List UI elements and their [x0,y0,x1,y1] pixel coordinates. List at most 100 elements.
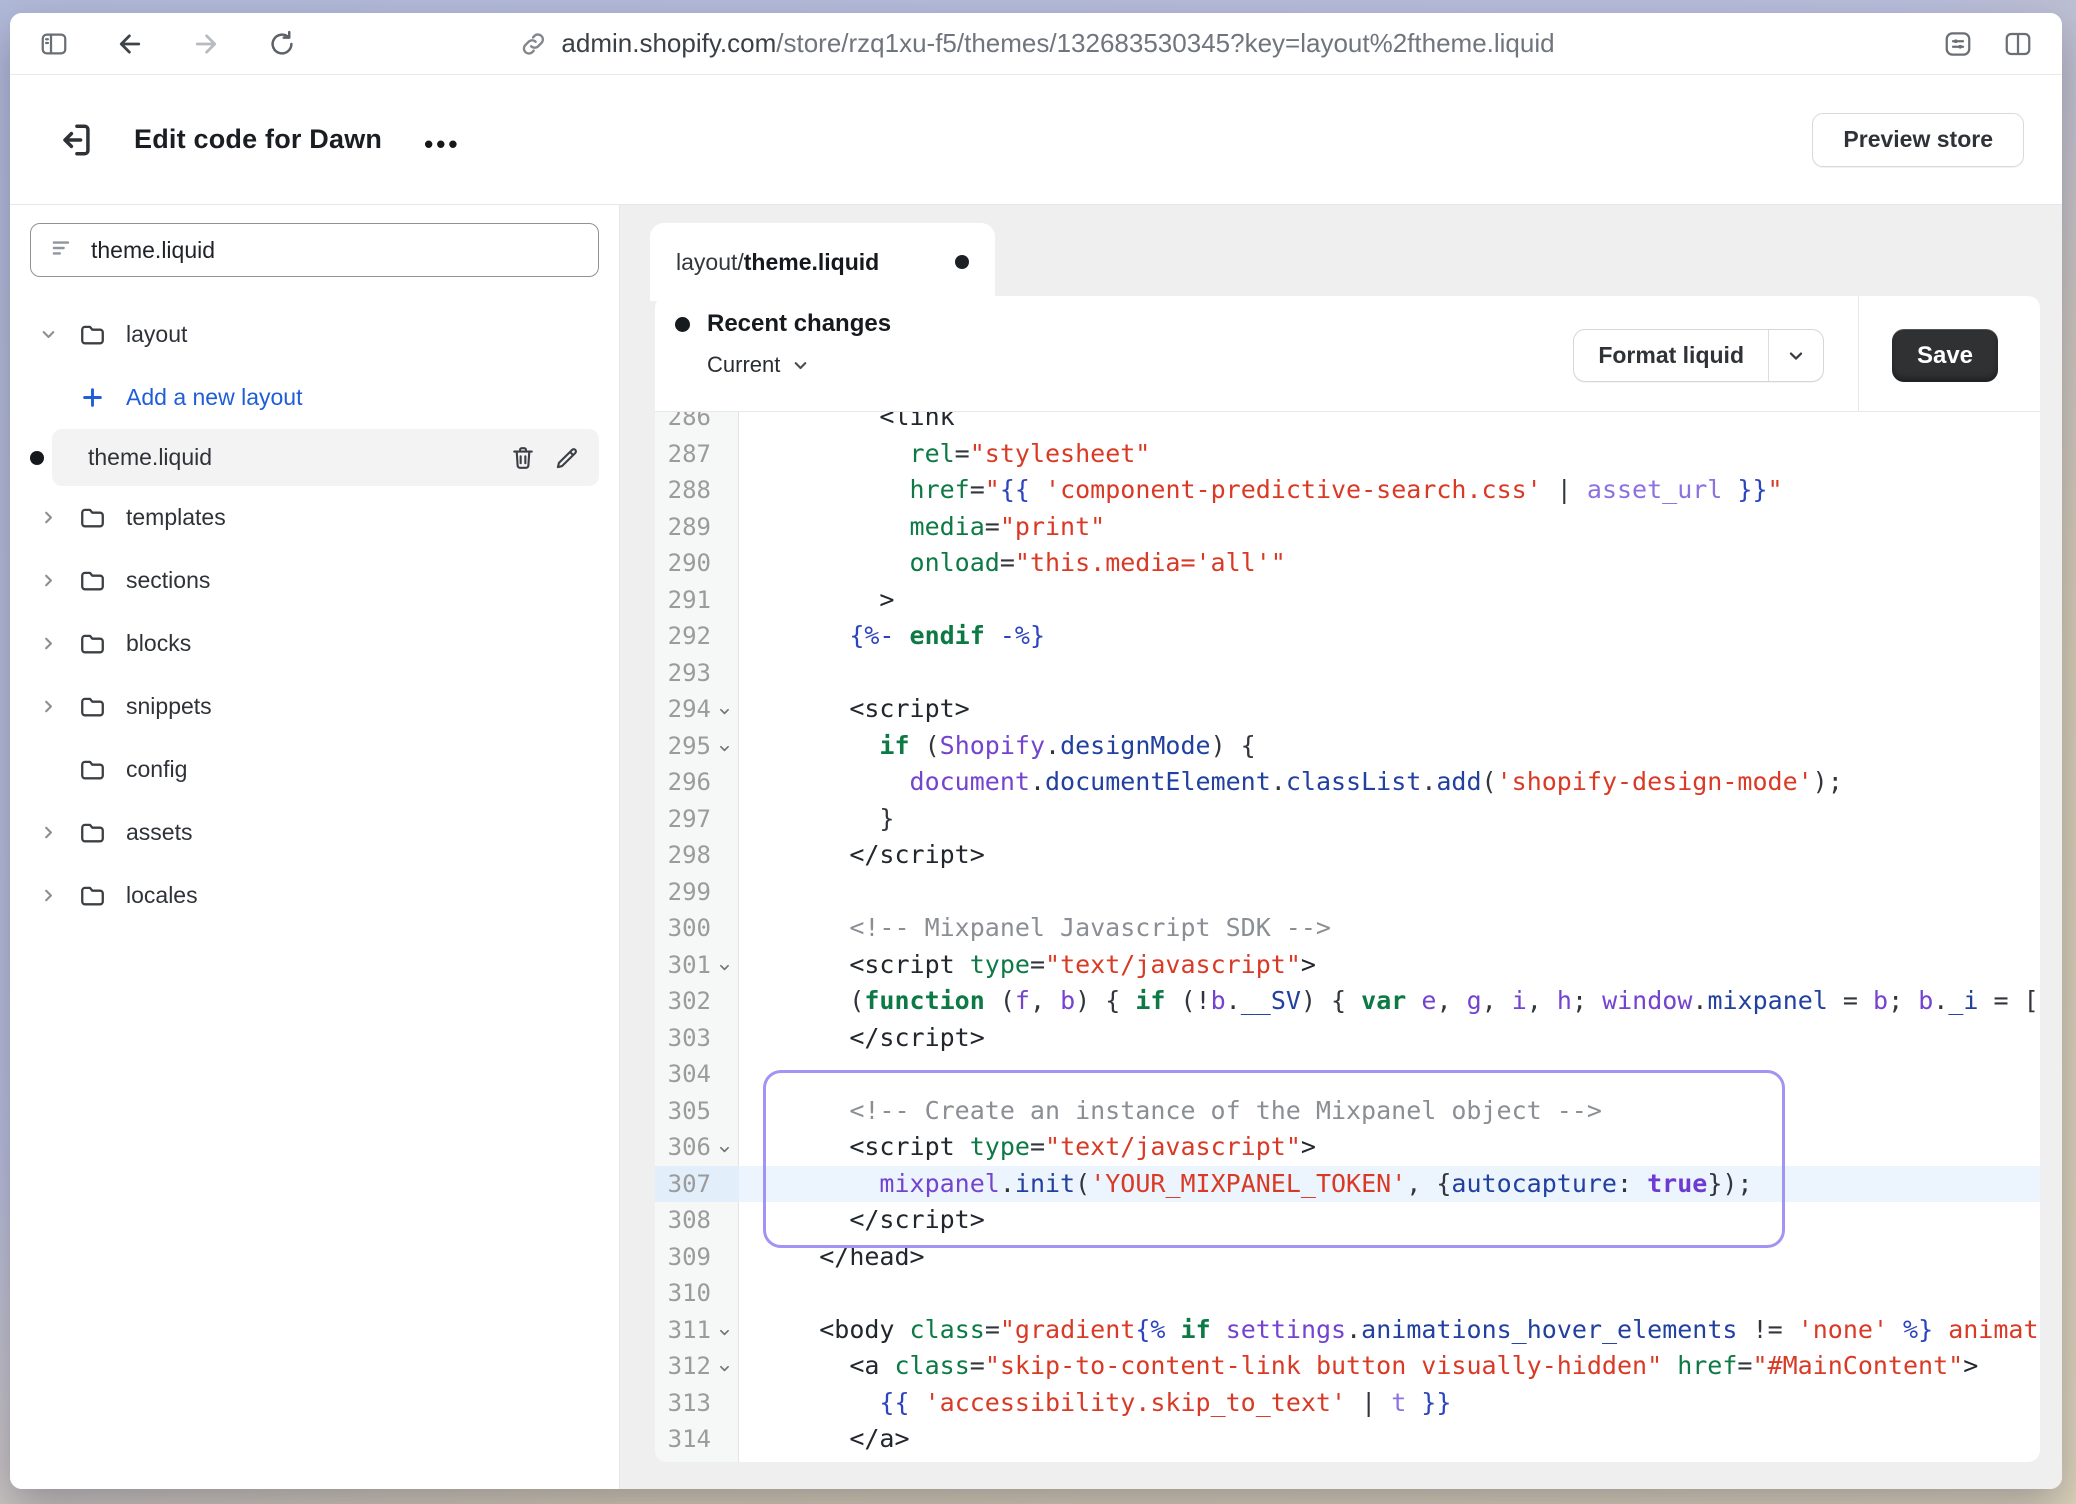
line-number[interactable]: 287 [655,436,739,473]
address-bar[interactable]: admin.shopify.com/store/rzq1xu-f5/themes… [517,13,1554,74]
add-new-layout-button[interactable]: Add a new layout [10,366,619,429]
sidebar-item-layout[interactable]: layout [10,303,619,366]
code-line-286[interactable]: 286 <link [655,412,2040,436]
code-text[interactable]: if (Shopify.designMode) { [739,728,2040,765]
code-line-305[interactable]: 305 <!-- Create an instance of the Mixpa… [655,1093,2040,1130]
sidebar-item-assets[interactable]: assets [10,801,619,864]
code-line-299[interactable]: 299 [655,874,2040,911]
line-number[interactable]: 310 [655,1275,739,1312]
line-number[interactable]: 301 [655,947,739,984]
code-text[interactable]: </a> [739,1421,2040,1458]
line-number[interactable]: 309 [655,1239,739,1276]
code-line-293[interactable]: 293 [655,655,2040,692]
version-selector[interactable]: Current [707,352,891,378]
code-text[interactable]: {{ 'accessibility.skip_to_text' | t }} [739,1385,2040,1422]
code-text[interactable]: <!-- Mixpanel Javascript SDK --> [739,910,2040,947]
line-number[interactable]: 295 [655,728,739,765]
code-line-303[interactable]: 303 </script> [655,1020,2040,1057]
page-settings-icon[interactable] [1942,28,1974,60]
line-number[interactable]: 294 [655,691,739,728]
line-number[interactable]: 299 [655,874,739,911]
line-number[interactable]: 290 [655,545,739,582]
reload-icon[interactable] [266,28,298,60]
line-number[interactable]: 311 [655,1312,739,1349]
sidebar-toggle-icon[interactable] [38,28,70,60]
chevron-right-icon[interactable] [40,698,66,715]
line-number[interactable]: 289 [655,509,739,546]
code-line-313[interactable]: 313 {{ 'accessibility.skip_to_text' | t … [655,1385,2040,1422]
line-number[interactable]: 312 [655,1348,739,1385]
code-text[interactable]: </script> [739,837,2040,874]
line-number[interactable]: 314 [655,1421,739,1458]
sidebar-item-config[interactable]: config [10,738,619,801]
sidebar-item-locales[interactable]: locales [10,864,619,927]
code-text[interactable]: document.documentElement.classList.add('… [739,764,2040,801]
back-arrow-icon[interactable] [114,28,146,60]
code-text[interactable]: href="{{ 'component-predictive-search.cs… [739,472,2040,509]
line-number[interactable]: 306 [655,1129,739,1166]
code-text[interactable]: mixpanel.init('YOUR_MIXPANEL_TOKEN', {au… [739,1166,2040,1203]
code-line-289[interactable]: 289 media="print" [655,509,2040,546]
code-text[interactable]: (function (f, b) { if (!b.__SV) { var e,… [739,983,2040,1020]
fold-toggle-icon[interactable] [711,947,737,984]
split-view-icon[interactable] [2002,28,2034,60]
code-editor[interactable]: 286 <link287 rel="stylesheet"288 href="{… [655,412,2040,1462]
line-number[interactable]: 297 [655,801,739,838]
code-text[interactable]: rel="stylesheet" [739,436,2040,473]
fold-toggle-icon[interactable] [711,691,737,728]
line-number[interactable]: 308 [655,1202,739,1239]
chevron-right-icon[interactable] [40,635,66,652]
code-text[interactable] [739,1275,2040,1312]
code-line-288[interactable]: 288 href="{{ 'component-predictive-searc… [655,472,2040,509]
code-line-306[interactable]: 306 <script type="text/javascript"> [655,1129,2040,1166]
code-line-308[interactable]: 308 </script> [655,1202,2040,1239]
more-menu-icon[interactable]: ••• [424,123,460,157]
code-line-294[interactable]: 294 <script> [655,691,2040,728]
preview-store-button[interactable]: Preview store [1812,113,2024,167]
chevron-right-icon[interactable] [40,824,66,841]
fold-toggle-icon[interactable] [711,1348,737,1385]
code-line-304[interactable]: 304 [655,1056,2040,1093]
line-number[interactable]: 304 [655,1056,739,1093]
code-line-312[interactable]: 312 <a class="skip-to-content-link butto… [655,1348,2040,1385]
code-text[interactable]: <!-- Create an instance of the Mixpanel … [739,1093,2040,1130]
line-number[interactable]: 307 [655,1166,739,1203]
code-text[interactable]: </head> [739,1239,2040,1276]
code-line-311[interactable]: 311 <body class="gradient{% if settings.… [655,1312,2040,1349]
code-line-287[interactable]: 287 rel="stylesheet" [655,436,2040,473]
code-text[interactable]: </script> [739,1202,2040,1239]
pencil-icon[interactable] [553,444,581,472]
code-line-290[interactable]: 290 onload="this.media='all'" [655,545,2040,582]
code-text[interactable] [739,874,2040,911]
code-line-301[interactable]: 301 <script type="text/javascript"> [655,947,2040,984]
line-number[interactable]: 305 [655,1093,739,1130]
line-number[interactable]: 298 [655,837,739,874]
code-text[interactable] [739,1056,2040,1093]
line-number[interactable]: 288 [655,472,739,509]
code-line-292[interactable]: 292 {%- endif -%} [655,618,2040,655]
code-text[interactable]: <script type="text/javascript"> [739,947,2040,984]
fold-toggle-icon[interactable] [711,1312,737,1349]
chevron-down-icon[interactable] [40,326,66,343]
code-line-291[interactable]: 291 > [655,582,2040,619]
sidebar-item-snippets[interactable]: snippets [10,675,619,738]
chevron-down-icon[interactable] [1769,330,1823,381]
forward-arrow-icon[interactable] [190,28,222,60]
code-line-298[interactable]: 298 </script> [655,837,2040,874]
line-number[interactable]: 313 [655,1385,739,1422]
tab-layout-theme-liquid[interactable]: layout/theme.liquid [650,223,995,301]
chevron-right-icon[interactable] [40,509,66,526]
exit-icon[interactable] [54,118,98,162]
code-text[interactable]: } [739,801,2040,838]
code-text[interactable]: </script> [739,1020,2040,1057]
code-line-295[interactable]: 295 if (Shopify.designMode) { [655,728,2040,765]
code-text[interactable]: {%- endif -%} [739,618,2040,655]
code-text[interactable]: <link [739,412,2040,436]
sidebar-item-templates[interactable]: templates [10,486,619,549]
code-text[interactable]: onload="this.media='all'" [739,545,2040,582]
code-text[interactable]: > [739,582,2040,619]
code-line-300[interactable]: 300 <!-- Mixpanel Javascript SDK --> [655,910,2040,947]
code-line-310[interactable]: 310 [655,1275,2040,1312]
line-number[interactable]: 296 [655,764,739,801]
format-liquid-button[interactable]: Format liquid [1573,329,1824,382]
